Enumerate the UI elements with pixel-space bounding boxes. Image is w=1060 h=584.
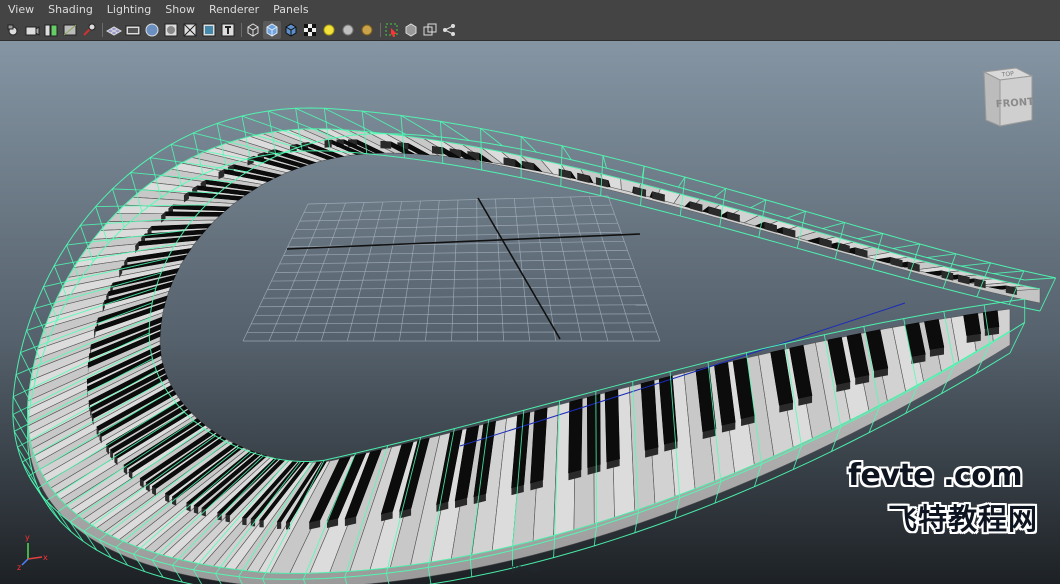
safe-action-button[interactable] xyxy=(200,21,218,39)
shaded-wireframe-button[interactable] xyxy=(282,21,300,39)
smooth-shade-icon xyxy=(266,22,278,37)
xray-joints-button[interactable] xyxy=(421,21,439,39)
y-axis-label: y xyxy=(25,533,30,542)
gate-mask-icon xyxy=(164,23,178,36)
film-gate-button[interactable] xyxy=(124,21,142,39)
menu-renderer[interactable]: Renderer xyxy=(202,0,266,19)
black-key-side xyxy=(380,141,392,149)
view-cube[interactable]: TOP FRONT xyxy=(974,64,1040,130)
safe-title-icon xyxy=(221,23,235,36)
shaded-wireframe-icon xyxy=(285,22,297,37)
camera-attributes-button[interactable] xyxy=(23,21,41,39)
resolution-gate-button[interactable] xyxy=(143,21,161,39)
image-plane-icon xyxy=(63,24,77,35)
textured-icon xyxy=(304,23,316,36)
resolution-gate-icon xyxy=(145,23,159,36)
black-key xyxy=(160,211,225,217)
two-d-pan-zoom-button[interactable] xyxy=(80,21,98,39)
xray-button[interactable] xyxy=(402,21,420,39)
black-key-side xyxy=(324,140,332,148)
wireframe-icon xyxy=(247,22,259,37)
black-key-side xyxy=(242,517,247,526)
camera-name-label: persp xyxy=(511,564,539,574)
axis-gizmo: y x z xyxy=(17,533,48,571)
gate-mask-button[interactable] xyxy=(162,21,180,39)
isolate-select-icon xyxy=(385,23,398,37)
menu-panels[interactable]: Panels xyxy=(266,0,315,19)
black-key-side xyxy=(285,522,291,530)
grid-button[interactable] xyxy=(105,21,123,39)
two-d-pan-zoom-icon xyxy=(83,23,96,36)
image-plane-button[interactable] xyxy=(61,21,79,39)
black-key-side xyxy=(259,520,264,528)
black-key xyxy=(963,313,982,337)
select-camera-icon xyxy=(7,24,18,35)
camera-attributes-icon xyxy=(25,25,40,36)
black-key xyxy=(604,389,620,463)
black-key-side xyxy=(225,514,230,523)
use-all-lights-icon xyxy=(323,24,335,35)
screen-space-ao-button[interactable] xyxy=(358,21,376,39)
xray-components-button[interactable] xyxy=(440,21,458,39)
xray-components-icon xyxy=(443,23,455,36)
menu-view[interactable]: View xyxy=(0,0,41,19)
menu-shading[interactable]: Shading xyxy=(41,0,100,19)
wireframe-button[interactable] xyxy=(244,21,262,39)
xray-icon xyxy=(405,22,417,37)
maya-perspective-panel: View Shading Lighting Show Renderer Panels pe… xyxy=(0,0,1060,584)
smooth-shade-button[interactable] xyxy=(263,20,281,39)
z-axis-label: z xyxy=(17,563,21,571)
menu-lighting[interactable]: Lighting xyxy=(100,0,158,19)
grid-icon xyxy=(106,25,122,36)
isolate-select-button[interactable] xyxy=(383,21,401,39)
screen-space-ao-icon xyxy=(361,24,373,35)
textured-button[interactable] xyxy=(301,21,319,39)
field-chart-icon xyxy=(183,23,197,36)
black-key-side xyxy=(277,521,282,529)
panel-menu-bar: View Shading Lighting Show Renderer Panels xyxy=(0,0,1060,19)
select-camera-button[interactable] xyxy=(4,21,22,39)
shadows-button[interactable] xyxy=(339,21,357,39)
site-watermark: fevte .com 飞特教程网 xyxy=(848,458,1048,542)
bookmarks-icon xyxy=(44,24,58,36)
use-all-lights-button[interactable] xyxy=(320,21,338,39)
watermark-chinese: 飞特教程网 xyxy=(888,502,1039,536)
panel-toolbar xyxy=(0,19,1060,41)
menu-show[interactable]: Show xyxy=(158,0,202,19)
view-cube-top-label: TOP xyxy=(1001,70,1015,78)
shadows-icon xyxy=(342,24,354,35)
x-axis-label: x xyxy=(43,553,48,562)
grid-line xyxy=(247,331,657,333)
film-gate-icon xyxy=(125,25,141,35)
z-axis-line xyxy=(21,558,29,566)
x-axis-line xyxy=(27,556,43,560)
xray-joints-icon xyxy=(423,23,437,35)
black-key-side xyxy=(193,505,199,515)
safe-action-icon xyxy=(202,23,216,36)
field-chart-button[interactable] xyxy=(181,21,199,39)
bookmarks-button[interactable] xyxy=(42,21,60,39)
safe-title-button[interactable] xyxy=(219,21,237,39)
watermark-domain: fevte .com xyxy=(848,458,1023,493)
